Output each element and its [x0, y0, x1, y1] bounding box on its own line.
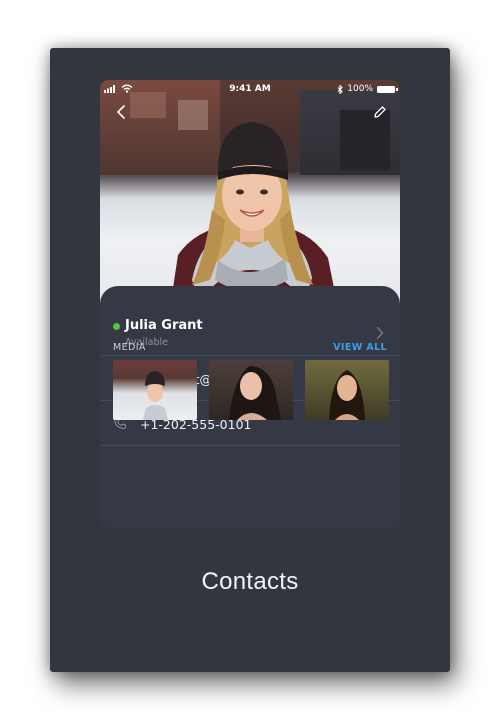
- media-thumbnail[interactable]: [209, 360, 293, 420]
- battery-percent: 100%: [347, 84, 373, 94]
- view-all-link[interactable]: VIEW ALL: [333, 342, 387, 353]
- status-bar: 9:41 AM 100%: [100, 80, 400, 98]
- media-thumbnail[interactable]: [113, 360, 197, 420]
- phone-screen: 9:41 AM 100% Julia Grant Available julia…: [100, 80, 400, 528]
- edit-icon[interactable]: [372, 104, 386, 120]
- media-thumbnail[interactable]: [305, 360, 389, 420]
- chevron-right-icon[interactable]: [376, 326, 384, 340]
- contact-name: Julia Grant: [125, 318, 203, 333]
- battery-icon: [377, 85, 398, 93]
- online-status-dot: [113, 323, 120, 330]
- person-photo-illustration: [170, 122, 338, 308]
- bluetooth-icon: [337, 84, 343, 94]
- page-title: Contacts: [201, 568, 299, 595]
- back-icon[interactable]: [114, 104, 128, 120]
- media-section-label: MEDIA: [113, 342, 146, 353]
- media-thumbnails: [113, 360, 389, 420]
- showcase-card: 9:41 AM 100% Julia Grant Available julia…: [50, 48, 450, 672]
- profile-photo: [100, 80, 400, 308]
